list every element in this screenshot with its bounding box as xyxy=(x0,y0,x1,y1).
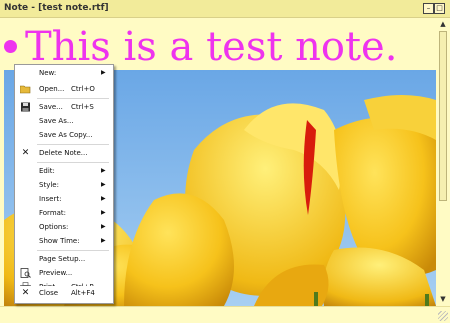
menu-item-label: New: xyxy=(39,69,57,77)
floppy-disk-icon xyxy=(20,102,31,112)
submenu-arrow-icon: ▶ xyxy=(101,209,106,216)
menu-item-options[interactable]: Options: ▶ xyxy=(15,220,113,234)
menu-item-style[interactable]: Style: ▶ xyxy=(15,178,113,192)
submenu-arrow-icon: ▶ xyxy=(101,195,106,202)
menu-item-delete-note[interactable]: ✕ Delete Note... xyxy=(15,146,113,160)
menu-item-label: Save... xyxy=(39,103,63,111)
menu-item-open[interactable]: Open... Ctrl+O xyxy=(15,82,113,96)
menu-item-shortcut: Ctrl+O xyxy=(71,85,95,93)
close-x-icon: ✕ xyxy=(21,288,30,298)
menu-item-label: Delete Note... xyxy=(39,149,88,157)
submenu-arrow-icon: ▶ xyxy=(101,181,106,188)
menu-item-label: Style: xyxy=(39,181,59,189)
window-title: Note - [test note.rtf] xyxy=(4,3,109,13)
menu-separator xyxy=(37,144,109,145)
menu-separator xyxy=(37,98,109,99)
open-folder-icon xyxy=(19,84,31,94)
menu-item-edit[interactable]: Edit: ▶ xyxy=(15,164,113,178)
menu-item-label: Edit: xyxy=(39,167,55,175)
vertical-scrollbar[interactable]: ▲ ▼ xyxy=(438,19,448,304)
title-bar[interactable]: Note - [test note.rtf] – □ xyxy=(0,0,450,18)
menu-item-label: Page Setup... xyxy=(39,255,86,263)
menu-item-shortcut: Alt+F4 xyxy=(71,289,95,297)
context-menu: New: ▶ Open... Ctrl+O Save... Ctrl+S Sav… xyxy=(14,64,114,304)
scroll-thumb[interactable] xyxy=(439,31,447,201)
menu-item-save-as-copy[interactable]: Save As Copy... xyxy=(15,128,113,142)
minimize-button[interactable]: – xyxy=(423,3,434,14)
menu-item-close[interactable]: ✕ Close Alt+F4 xyxy=(15,286,113,300)
menu-separator xyxy=(37,250,109,251)
submenu-arrow-icon: ▶ xyxy=(101,223,106,230)
menu-item-label: Preview... xyxy=(39,269,73,277)
menu-item-page-setup[interactable]: Page Setup... xyxy=(15,252,113,266)
scroll-up-icon[interactable]: ▲ xyxy=(438,19,448,29)
restore-button[interactable]: □ xyxy=(434,3,445,14)
note-window: Note - [test note.rtf] – □ This is a tes… xyxy=(0,0,450,323)
menu-item-label: Insert: xyxy=(39,195,62,203)
menu-item-label: Open... xyxy=(39,85,65,93)
menu-item-save-as[interactable]: Save As... xyxy=(15,114,113,128)
submenu-arrow-icon: ▶ xyxy=(101,167,106,174)
menu-item-format[interactable]: Format: ▶ xyxy=(15,206,113,220)
menu-item-label: Show Time: xyxy=(39,237,80,245)
menu-item-label: Format: xyxy=(39,209,67,217)
menu-item-label: Save As Copy... xyxy=(39,131,93,139)
resize-grip-icon[interactable] xyxy=(438,311,448,321)
menu-item-label: Save As... xyxy=(39,117,74,125)
delete-x-icon: ✕ xyxy=(21,148,30,158)
bullet-icon xyxy=(4,39,17,53)
menu-item-new[interactable]: New: ▶ xyxy=(15,66,113,80)
menu-separator xyxy=(37,162,109,163)
menu-item-label: Options: xyxy=(39,223,69,231)
menu-item-label: Close xyxy=(39,289,59,297)
menu-item-insert[interactable]: Insert: ▶ xyxy=(15,192,113,206)
print-preview-icon xyxy=(20,268,31,278)
menu-item-shortcut: Ctrl+S xyxy=(71,103,94,111)
submenu-arrow-icon: ▶ xyxy=(101,69,106,76)
scroll-down-icon[interactable]: ▼ xyxy=(438,294,448,304)
menu-item-save[interactable]: Save... Ctrl+S xyxy=(15,100,113,114)
menu-item-preview[interactable]: Preview... xyxy=(15,266,113,280)
menu-item-show-time[interactable]: Show Time: ▶ xyxy=(15,234,113,248)
submenu-arrow-icon: ▶ xyxy=(101,237,106,244)
status-strip xyxy=(0,306,450,323)
